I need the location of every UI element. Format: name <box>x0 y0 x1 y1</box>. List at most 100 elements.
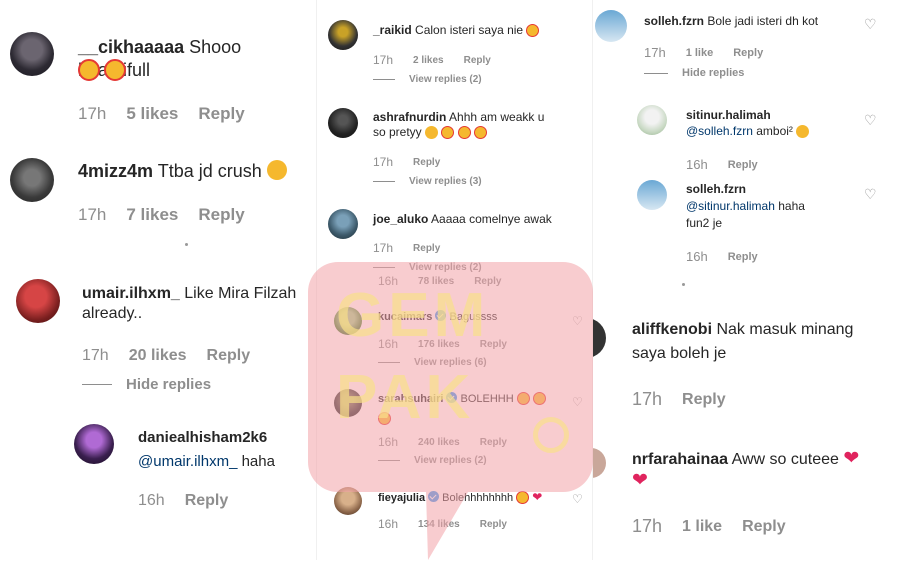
heart-eyes-emoji-icon <box>474 126 488 139</box>
username[interactable]: joe_aluko <box>373 212 428 226</box>
mention-link[interactable]: @umair.ilhxm_ <box>138 453 237 470</box>
timestamp: 17h <box>373 155 394 169</box>
view-replies-button[interactable]: View replies (3) <box>373 176 482 187</box>
avatar[interactable] <box>74 424 114 464</box>
avatar[interactable] <box>637 105 667 135</box>
avatar[interactable] <box>592 318 606 358</box>
timestamp: 17h <box>373 53 394 67</box>
likes-count[interactable]: 134 likes <box>418 519 460 530</box>
avatar[interactable] <box>595 10 627 42</box>
comment-meta: 17h Reply <box>373 155 460 169</box>
reply-button[interactable]: Reply <box>185 492 229 510</box>
comment-body: Ahhh am weakk u <box>449 110 545 124</box>
username[interactable]: ashrafnurdin <box>373 110 446 124</box>
comment-body: Bolehhhhhhhh <box>442 492 514 504</box>
username[interactable]: 4mizz4m <box>78 161 153 181</box>
comments-panel-left: __cikhaaaaa Shooo beautifull 17h 5 likes… <box>0 0 316 560</box>
reply-button[interactable]: Reply <box>413 157 440 168</box>
view-replies-button[interactable]: View replies (2) <box>378 455 487 466</box>
comment-meta: 16h Reply <box>686 249 778 264</box>
verified-badge-icon <box>435 310 447 321</box>
username[interactable]: _raikid <box>373 23 412 37</box>
hide-replies-button[interactable]: Hide replies <box>644 67 744 79</box>
avatar[interactable] <box>328 108 358 138</box>
username[interactable]: __cikhaaaaa <box>78 37 184 57</box>
verified-badge-icon <box>428 491 440 502</box>
comment-text: umair.ilhxm_ Like Mira Filzah <box>82 284 316 305</box>
emoji-row <box>78 59 127 85</box>
column-divider <box>316 0 317 560</box>
likes-count[interactable]: 1 like <box>686 47 714 59</box>
username[interactable]: aliffkenobi <box>632 321 712 338</box>
like-heart-icon[interactable]: ♡ <box>572 395 583 409</box>
username[interactable]: danieal­hisham2k6 <box>138 429 267 446</box>
weary-emoji-icon <box>425 126 439 139</box>
comment-meta: 17h Reply <box>632 389 746 410</box>
reply-button[interactable]: Reply <box>198 205 244 225</box>
likes-count[interactable]: 78 likes <box>418 276 454 287</box>
heart-eyes-emoji-icon <box>516 392 530 405</box>
like-heart-icon[interactable]: ♡ <box>864 16 877 33</box>
comment-body: Aaaaa comelnye awak <box>431 212 552 226</box>
avatar[interactable] <box>10 158 54 202</box>
comment-body-line2: saya boleh je <box>632 345 727 362</box>
likes-count[interactable]: 1 like <box>682 518 722 536</box>
avatar[interactable] <box>334 389 362 417</box>
username[interactable]: sarahsuhairi <box>378 393 443 405</box>
reply-button[interactable]: Reply <box>682 391 726 409</box>
avatar[interactable] <box>637 180 667 210</box>
reply-button[interactable]: Reply <box>480 437 507 448</box>
likes-count[interactable]: 7 likes <box>126 205 178 225</box>
timestamp: 16h <box>378 337 399 351</box>
view-replies-button[interactable]: View replies (2) <box>373 74 482 85</box>
username[interactable]: kucaimars <box>378 311 432 323</box>
username[interactable]: nrfarahainaa <box>632 451 728 468</box>
avatar[interactable] <box>592 448 606 478</box>
username[interactable]: fieyajulia <box>378 492 425 504</box>
reply-button[interactable]: Reply <box>480 339 507 350</box>
timestamp: 17h <box>78 104 107 123</box>
likes-count[interactable]: 5 likes <box>126 104 178 124</box>
avatar[interactable] <box>10 32 54 76</box>
username[interactable]: solleh.fzrn <box>644 14 704 28</box>
username[interactable]: umair.ilhxm_ <box>82 285 180 302</box>
like-heart-icon[interactable]: ♡ <box>572 492 583 506</box>
view-replies-button[interactable]: View replies (2) <box>373 262 482 273</box>
timestamp: 16h <box>378 274 399 288</box>
reply-button[interactable]: Reply <box>480 519 507 530</box>
reply-button[interactable]: Reply <box>474 276 501 287</box>
reply-button[interactable]: Reply <box>413 243 440 254</box>
avatar[interactable] <box>334 307 362 335</box>
timestamp: 17h <box>632 516 663 536</box>
mention-link[interactable]: @solleh.fzrn <box>686 124 753 138</box>
mention-link[interactable]: @sitinur.halimah <box>686 199 775 213</box>
avatar[interactable] <box>16 279 60 323</box>
username[interactable]: sitinur.halimah <box>686 108 771 122</box>
comment-text: 4mizz4m Ttba jd crush <box>78 160 287 183</box>
reply-button[interactable]: Reply <box>464 55 491 66</box>
like-heart-icon[interactable]: ♡ <box>864 112 877 129</box>
reply-button[interactable]: Reply <box>742 518 786 536</box>
view-replies-button[interactable]: View replies (6) <box>378 357 487 368</box>
view-replies-label: View replies (2) <box>409 262 482 273</box>
timestamp: 16h <box>138 492 165 509</box>
reply-button[interactable]: Reply <box>728 251 758 263</box>
reply-button[interactable]: Reply <box>207 347 251 365</box>
reply-button[interactable]: Reply <box>198 104 244 124</box>
timestamp: 16h <box>378 435 399 449</box>
reply-button[interactable]: Reply <box>733 47 763 59</box>
reply-button[interactable]: Reply <box>728 159 758 171</box>
comment-body-line2: already.. <box>82 305 143 322</box>
likes-count[interactable]: 240 likes <box>418 437 460 448</box>
avatar[interactable] <box>328 209 358 239</box>
likes-count[interactable]: 176 likes <box>418 339 460 350</box>
avatar[interactable] <box>328 20 358 50</box>
username[interactable]: solleh.fzrn <box>686 182 746 196</box>
like-heart-icon[interactable]: ♡ <box>864 186 877 203</box>
like-heart-icon[interactable]: ♡ <box>572 314 583 328</box>
avatar[interactable] <box>334 487 362 515</box>
hide-replies-button[interactable]: Hide replies <box>82 376 211 393</box>
likes-count[interactable]: 20 likes <box>129 347 187 365</box>
comment-body-line: @sitinur.halimah haha <box>686 199 805 215</box>
likes-count[interactable]: 2 likes <box>413 55 444 66</box>
